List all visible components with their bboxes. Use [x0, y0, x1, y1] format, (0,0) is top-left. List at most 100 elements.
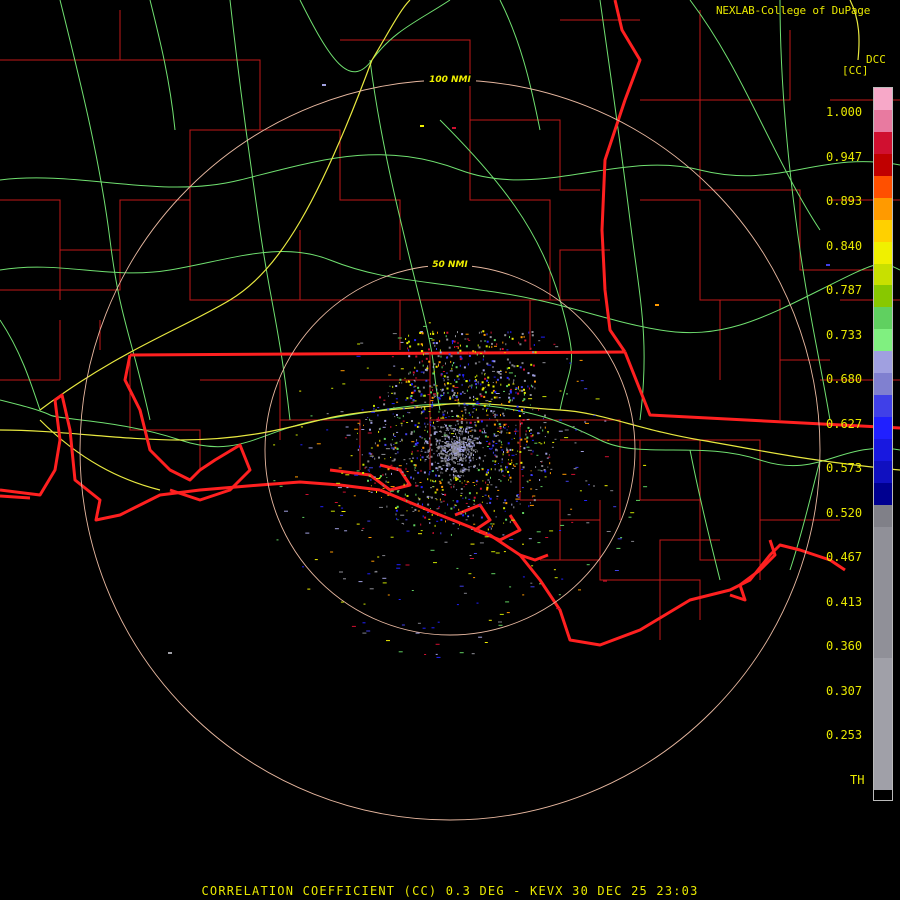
radar-echo — [421, 332, 424, 335]
radar-echo — [458, 432, 461, 434]
radar-echo — [389, 385, 391, 387]
radar-echo — [484, 455, 487, 457]
radar-echo — [528, 387, 530, 390]
radar-echo — [367, 520, 371, 522]
radar-echo — [413, 374, 415, 376]
radar-echo — [456, 428, 459, 431]
radar-echo — [502, 534, 505, 536]
legend-swatch — [874, 417, 892, 439]
radar-echo — [370, 447, 373, 449]
radar-echo — [456, 471, 458, 473]
radar-echo — [422, 386, 425, 389]
radar-echo — [542, 418, 544, 420]
radar-echo — [503, 352, 506, 354]
radar-echo — [424, 401, 427, 403]
radar-echo — [434, 461, 436, 463]
radar-echo — [476, 397, 479, 400]
radar-echo — [436, 520, 439, 522]
radar-echo — [468, 451, 471, 453]
radar-echo — [371, 411, 376, 413]
radar-echo — [459, 652, 464, 654]
radar-echo — [465, 456, 466, 459]
radar-echo — [513, 409, 515, 412]
radar-echo — [392, 413, 394, 415]
radar-echo — [531, 331, 534, 333]
radar-echo — [466, 455, 468, 458]
radar-echo — [276, 539, 279, 541]
radar-echo — [432, 332, 435, 335]
radar-echo — [442, 411, 444, 414]
radar-echo — [436, 656, 441, 658]
radar-echo — [478, 463, 480, 466]
radar-echo — [452, 342, 453, 345]
radar-echo — [482, 358, 484, 361]
radar-echo — [393, 392, 396, 395]
radar-echo — [526, 480, 528, 482]
radar-echo — [442, 464, 445, 466]
radar-echo — [443, 331, 445, 334]
legend-swatch — [874, 460, 892, 483]
radar-echo — [544, 426, 546, 429]
legend-tick-label: 1.000 — [826, 105, 863, 119]
radar-echo — [420, 125, 424, 127]
radar-echo — [465, 519, 468, 521]
radar-echo — [439, 445, 442, 447]
radar-echo — [423, 325, 428, 327]
radar-echo — [429, 385, 432, 388]
radar-echo — [336, 482, 341, 484]
radar-echo — [603, 580, 607, 582]
radar-echo — [405, 564, 410, 566]
radar-echo — [510, 519, 515, 521]
radar-echo — [457, 460, 458, 462]
radar-echo — [518, 386, 519, 389]
legend-tick-label: 0.413 — [826, 594, 863, 609]
radar-echo — [365, 419, 368, 420]
radar-echo — [584, 388, 588, 390]
radar-echo — [528, 538, 532, 540]
radar-echo — [529, 504, 534, 506]
radar-echo — [453, 362, 454, 364]
radar-echo — [505, 502, 508, 505]
radar-echo — [302, 516, 305, 518]
radar-echo — [417, 502, 419, 505]
radar-echo — [505, 371, 507, 373]
radar-echo — [479, 542, 484, 544]
radar-echo — [503, 507, 506, 510]
radar-echo — [481, 501, 483, 503]
radar-echo — [454, 505, 457, 507]
radar-echo — [479, 393, 482, 396]
radar-echo — [465, 427, 468, 430]
radar-echo — [273, 444, 276, 446]
radar-echo — [378, 456, 380, 459]
radar-echo — [460, 475, 463, 477]
radar-echo — [472, 457, 474, 459]
legend-swatch — [874, 482, 892, 505]
radar-echo — [530, 347, 532, 350]
radar-echo — [443, 458, 445, 460]
radar-echo — [448, 416, 450, 418]
radar-echo — [522, 576, 525, 578]
radar-echo — [456, 512, 458, 514]
radar-echo — [459, 462, 461, 465]
radar-echo — [539, 479, 541, 481]
radar-echo — [532, 409, 534, 411]
radar-echo — [441, 485, 444, 488]
radar-echo — [459, 436, 461, 439]
radar-echo — [564, 437, 569, 439]
radar-echo — [588, 484, 590, 486]
radar-echo — [461, 463, 464, 466]
radar-echo — [444, 512, 446, 514]
radar-echo — [466, 421, 468, 424]
radar-echo — [465, 483, 468, 485]
radar-echo — [505, 466, 508, 469]
radar-echo — [459, 392, 462, 395]
radar-echo — [464, 454, 466, 456]
radar-echo — [500, 369, 502, 371]
radar-echo — [435, 653, 438, 655]
radar-echo — [399, 468, 402, 470]
radar-echo — [411, 590, 414, 591]
radar-echo — [511, 459, 513, 462]
radar-echo — [499, 427, 502, 430]
radar-echo — [434, 524, 436, 527]
radar-echo — [532, 351, 535, 354]
